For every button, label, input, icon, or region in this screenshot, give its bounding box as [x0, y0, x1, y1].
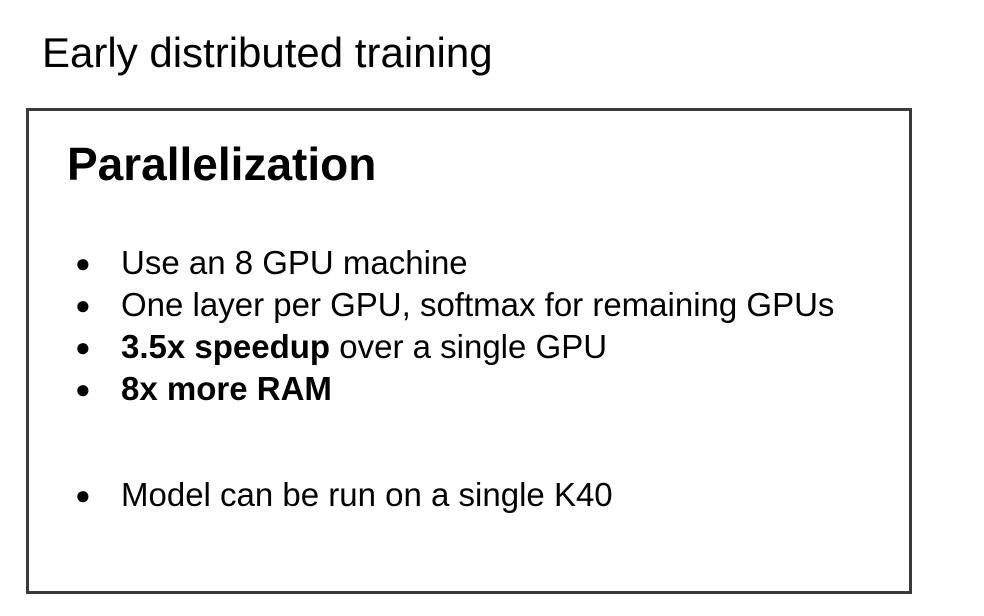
bullet-dot-icon: ●: [75, 374, 91, 404]
bullet-item: ● One layer per GPU, softmax for remaini…: [71, 284, 834, 326]
bullet-dot-icon: ●: [75, 480, 91, 510]
bullet-text: over a single GPU: [330, 328, 608, 365]
bullet-text: Model can be run on a single K40: [121, 476, 613, 513]
bullet-item: ● 3.5x speedup over a single GPU: [71, 326, 834, 368]
bullet-text: One layer per GPU, softmax for remaining…: [121, 286, 835, 323]
bullet-dot-icon: ●: [75, 290, 91, 320]
box-heading: Parallelization: [67, 138, 377, 190]
content-box: Parallelization ● Use an 8 GPU machine ●…: [26, 108, 912, 594]
bullet-bold-text: 8x more RAM: [121, 370, 332, 407]
bullet-dot-icon: ●: [75, 248, 91, 278]
bullet-item: ● Model can be run on a single K40: [71, 474, 613, 516]
bullet-dot-icon: ●: [75, 332, 91, 362]
bullet-list: ● Use an 8 GPU machine ● One layer per G…: [71, 242, 834, 410]
bullet-bold-text: 3.5x speedup: [121, 328, 331, 365]
bullet-list-secondary: ● Model can be run on a single K40: [71, 474, 613, 516]
bullet-item: ● 8x more RAM: [71, 368, 834, 410]
bullet-item: ● Use an 8 GPU machine: [71, 242, 834, 284]
bullet-text: Use an 8 GPU machine: [121, 244, 468, 281]
slide-title: Early distributed training: [42, 29, 493, 76]
